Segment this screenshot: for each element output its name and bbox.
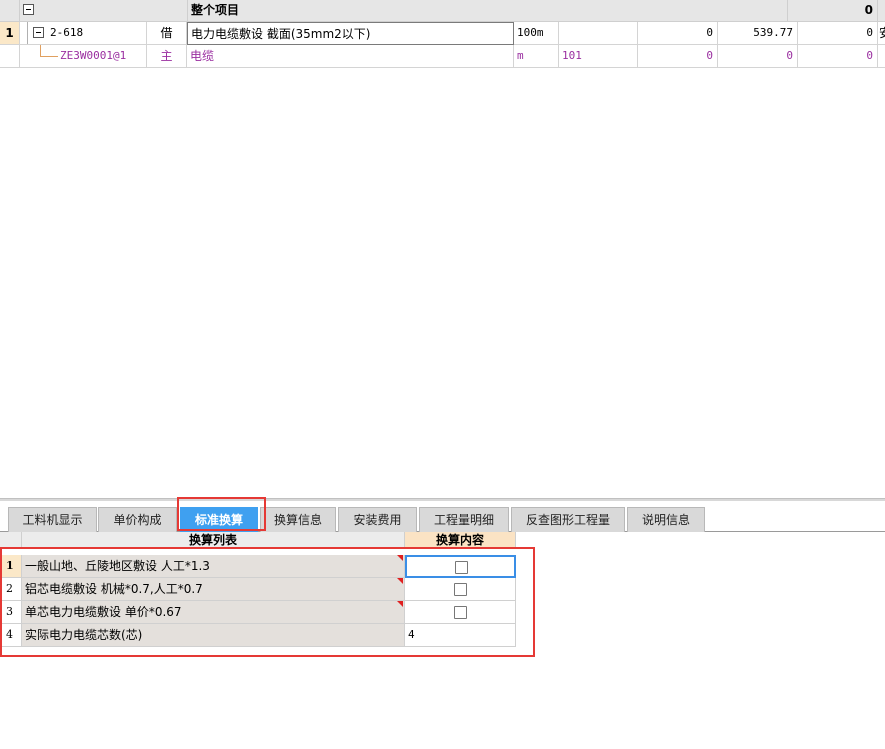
item-name[interactable]: 电缆 [187,45,514,68]
code-cell: 2-618 [20,22,147,45]
tab-unit-price-composition[interactable]: 单价构成 [98,507,177,532]
comment-marker-icon [397,555,403,561]
qty-cell[interactable]: 101 [559,45,638,68]
conversion-item-text: 铝芯电缆敷设 机械*0.7,人工*0.7 [25,582,203,596]
conversion-checkbox[interactable] [455,561,468,574]
conversion-content-header: 换算内容 [405,532,516,549]
unit-cell: m [514,45,559,68]
conversion-checkbox[interactable] [454,606,467,619]
tab-labor-material-machine[interactable]: 工料机显示 [8,507,97,532]
row-number: 3 [0,601,22,624]
tab-description-info[interactable]: 说明信息 [627,507,705,532]
header-tree-cell [20,0,188,22]
qty-cell[interactable] [559,22,638,45]
value-cell-1: 0 [638,45,718,68]
table-row[interactable]: ZE3W0001@1 主 电缆 m 101 0 0 0 [0,45,885,68]
code-cell: ZE3W0001@1 [20,45,147,68]
conversion-item-text: 一般山地、丘陵地区敷设 人工*1.3 [25,559,210,573]
conversion-list-header: 换算列表 [22,532,405,549]
tab-reverse-graphic-quantity[interactable]: 反查图形工程量 [511,507,625,532]
tail-cell: 安 [878,22,885,45]
project-header-row[interactable]: 整个项目 0 [0,0,885,22]
comment-marker-icon [397,578,403,584]
tree-line [40,45,41,56]
conversion-item-text: 实际电力电缆芯数(芯) [25,628,143,642]
tab-quantity-details[interactable]: 工程量明细 [419,507,509,532]
item-code: 2-618 [50,26,84,39]
row-number [0,45,20,68]
tail-cell [878,45,885,68]
value-cell-3: 0 [798,22,878,45]
conversion-item-label: 实际电力电缆芯数(芯) [22,624,405,647]
row-number: 1 [0,555,22,578]
conversion-checkbox[interactable] [454,583,467,596]
comment-marker-icon [397,601,403,607]
tree-line [40,56,58,57]
type-cell: 借 [147,22,187,45]
row-number: 4 [0,624,22,647]
tree-line [27,22,28,44]
item-name-field[interactable]: 电力电缆敷设 截面(35mm2以下) [187,22,514,45]
collapse-icon[interactable] [23,4,34,15]
conversion-corner-header [0,532,22,549]
table-row[interactable]: 1 2-618 借 电力电缆敷设 截面(35mm2以下) 100m 0 539.… [0,22,885,45]
detail-tabbar: 工料机显示 单价构成 标准换算 换算信息 安装费用 工程量明细 反查图形工程量 … [0,501,885,532]
project-total: 0 [788,0,878,22]
conversion-item-text: 单芯电力电缆敷设 单价*0.67 [25,605,182,619]
header-rowno-cell [0,0,20,22]
row-number: 1 [0,22,20,45]
core-count-input[interactable]: 4 [405,624,516,647]
tab-installation-fees[interactable]: 安装费用 [338,507,417,532]
type-cell: 主 [147,45,187,68]
conversion-item-label: 单芯电力电缆敷设 单价*0.67 [22,601,405,624]
unit-cell: 100m [514,22,559,45]
conversion-item-label: 一般山地、丘陵地区敷设 人工*1.3 [22,555,405,578]
item-code: ZE3W0001@1 [60,49,127,62]
collapse-icon[interactable] [33,27,44,38]
header-tail-cell [878,0,885,22]
conversion-value-cell[interactable] [405,555,516,578]
value-cell-2: 539.77 [718,22,798,45]
tab-standard-conversion[interactable]: 标准换算 [180,507,258,532]
tab-conversion-info[interactable]: 换算信息 [260,507,336,532]
row-number: 2 [0,578,22,601]
project-title: 整个项目 [188,0,788,22]
value-cell-2: 0 [718,45,798,68]
value-cell-3: 0 [798,45,878,68]
conversion-value-cell[interactable] [405,601,516,624]
conversion-value-cell[interactable] [405,578,516,601]
value-cell-1: 0 [638,22,718,45]
conversion-item-label: 铝芯电缆敷设 机械*0.7,人工*0.7 [22,578,405,601]
